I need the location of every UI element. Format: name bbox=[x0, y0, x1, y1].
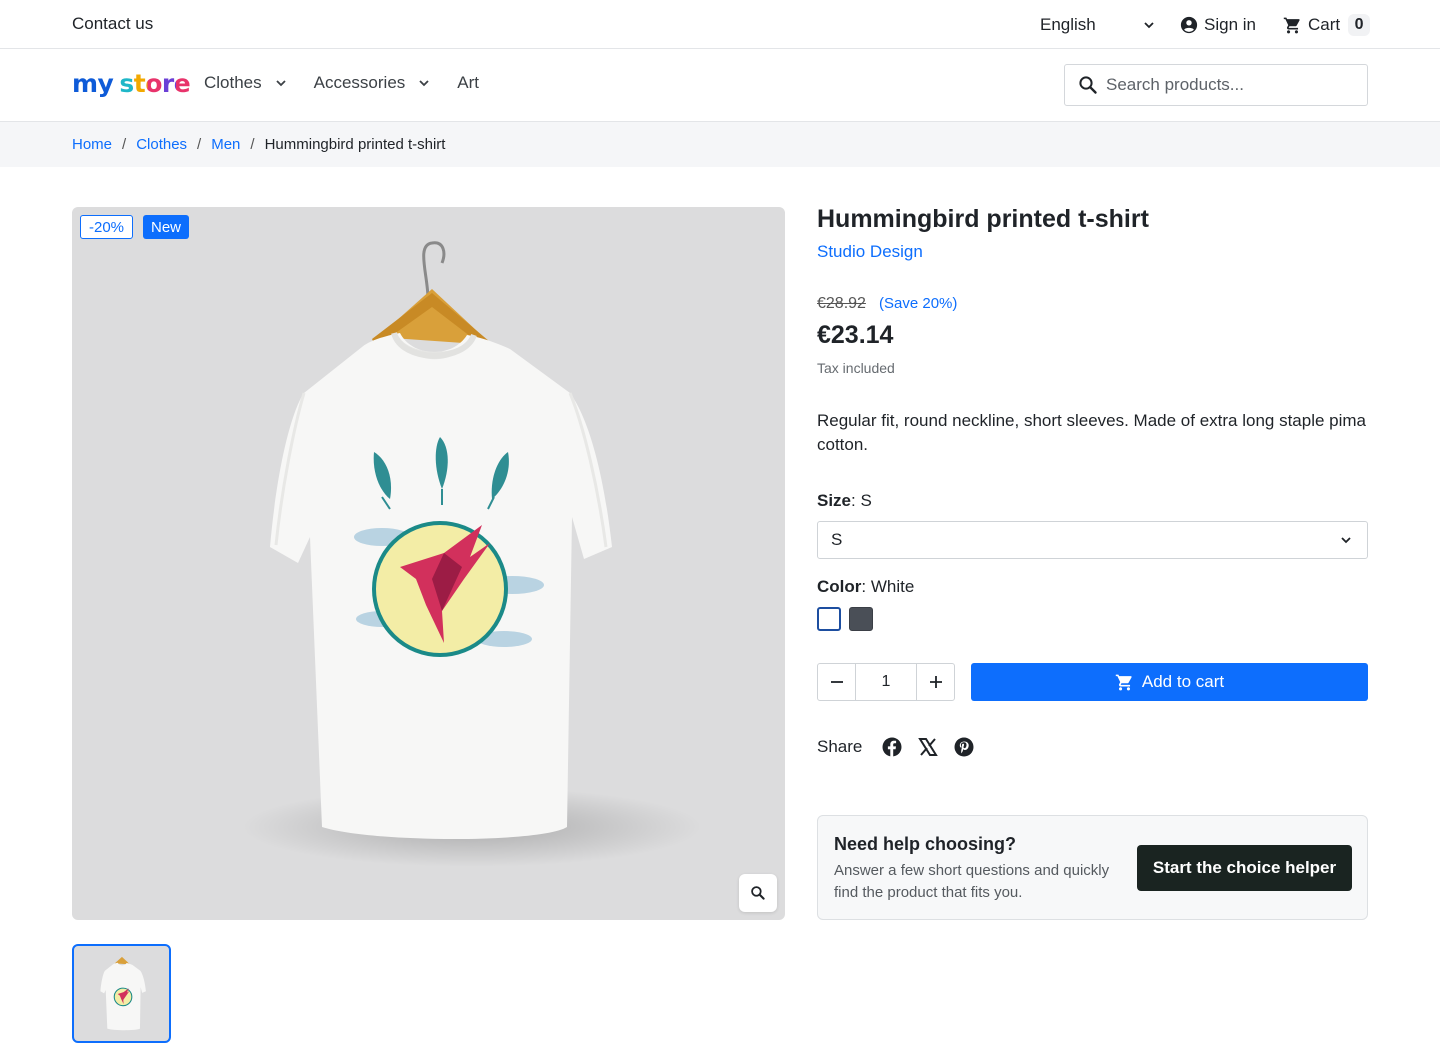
helper-title: Need help choosing? bbox=[834, 834, 1017, 854]
cart-icon bbox=[1283, 16, 1302, 35]
new-badge: New bbox=[143, 215, 190, 239]
search-icon bbox=[1078, 75, 1098, 95]
add-to-cart-label: Add to cart bbox=[1141, 672, 1225, 691]
breadcrumb-clothes[interactable]: Clothes bbox=[136, 136, 187, 153]
brand-link[interactable]: Studio Design bbox=[817, 242, 923, 262]
sign-in-link[interactable]: Sign in bbox=[1180, 12, 1256, 38]
top-bar: Contact us English Sign in Cart 0 bbox=[0, 0, 1440, 49]
cart-link[interactable]: Cart 0 bbox=[1283, 12, 1371, 38]
x-icon[interactable] bbox=[918, 737, 939, 757]
share-section: Share bbox=[817, 737, 974, 757]
language-label: English bbox=[1040, 15, 1096, 34]
add-to-cart-button[interactable]: Add to cart bbox=[971, 663, 1368, 701]
minus-icon bbox=[830, 675, 844, 689]
regular-price: €28.92 bbox=[817, 295, 866, 312]
nav-label: Art bbox=[457, 73, 480, 92]
size-select[interactable]: S bbox=[817, 521, 1368, 559]
chevron-down-icon bbox=[417, 76, 431, 90]
helper-description: Answer a few short questions and quickly… bbox=[834, 862, 1110, 901]
start-choice-helper-button[interactable]: Start the choice helper bbox=[1137, 845, 1352, 891]
sign-in-label: Sign in bbox=[1204, 15, 1256, 34]
color-swatch-white[interactable] bbox=[817, 607, 841, 631]
contact-us-link[interactable]: Contact us bbox=[72, 14, 153, 34]
nav-item-accessories[interactable]: Accessories bbox=[314, 73, 432, 93]
product-description: Regular fit, round neckline, short sleev… bbox=[817, 411, 1367, 454]
size-label-name: Size bbox=[817, 491, 852, 510]
zoom-button[interactable] bbox=[739, 874, 777, 912]
gallery-thumbnail[interactable] bbox=[72, 944, 171, 1043]
breadcrumb-separator: / bbox=[197, 136, 202, 153]
breadcrumb: Home / Clothes / Men / Hummingbird print… bbox=[72, 136, 445, 153]
breadcrumb-bar: Home / Clothes / Men / Hummingbird print… bbox=[0, 122, 1440, 167]
choice-helper-card: Need help choosing? Answer a few short q… bbox=[817, 815, 1368, 920]
nav-label: Clothes bbox=[204, 73, 262, 92]
cart-count-badge: 0 bbox=[1348, 14, 1371, 36]
color-label-name: Color bbox=[817, 577, 862, 596]
size-select-value: S bbox=[831, 530, 843, 549]
main-header: my store Clothes Accessories Art bbox=[0, 49, 1440, 122]
share-icons bbox=[882, 737, 974, 757]
size-label: Size: S bbox=[817, 491, 872, 510]
breadcrumb-home[interactable]: Home bbox=[72, 136, 112, 153]
cart-label: Cart bbox=[1308, 15, 1341, 34]
tshirt-image bbox=[242, 241, 702, 867]
breadcrumb-separator: / bbox=[122, 136, 127, 153]
facebook-icon[interactable] bbox=[882, 737, 902, 757]
product-title: Hummingbird printed t-shirt bbox=[817, 205, 1149, 233]
logo-store: store bbox=[119, 69, 191, 98]
chevron-down-icon bbox=[1339, 533, 1353, 547]
quantity-stepper: 1 bbox=[817, 663, 955, 701]
decrease-quantity-button[interactable] bbox=[818, 664, 855, 700]
product-image[interactable]: -20% New bbox=[72, 207, 785, 920]
breadcrumb-current: Hummingbird printed t-shirt bbox=[264, 136, 446, 153]
increase-quantity-button[interactable] bbox=[917, 664, 954, 700]
tshirt-thumbnail-image bbox=[100, 956, 146, 1031]
discount-label: (Save 20%) bbox=[879, 295, 958, 312]
chevron-down-icon bbox=[1142, 18, 1156, 32]
tax-label: Tax included bbox=[817, 360, 895, 376]
cart-icon bbox=[1115, 673, 1134, 692]
chevron-down-icon bbox=[274, 76, 288, 90]
color-label-value: White bbox=[870, 577, 915, 596]
color-label: Color: White bbox=[817, 577, 915, 596]
store-logo[interactable]: my store bbox=[72, 67, 191, 101]
language-selector[interactable]: English bbox=[1040, 12, 1156, 38]
share-label: Share bbox=[817, 737, 863, 756]
search-input[interactable] bbox=[1106, 75, 1356, 95]
nav-label: Accessories bbox=[313, 73, 406, 92]
logo-my: my bbox=[72, 69, 114, 98]
quantity-input[interactable]: 1 bbox=[855, 664, 917, 700]
current-price: €23.14 bbox=[817, 321, 894, 349]
breadcrumb-separator: / bbox=[250, 136, 255, 153]
color-swatch-gray[interactable] bbox=[849, 607, 873, 631]
discount-badge: -20% bbox=[80, 215, 134, 239]
size-label-value: S bbox=[860, 491, 872, 510]
main-nav: Clothes Accessories Art bbox=[204, 73, 505, 93]
plus-icon bbox=[929, 675, 943, 689]
breadcrumb-men[interactable]: Men bbox=[211, 136, 240, 153]
nav-item-clothes[interactable]: Clothes bbox=[204, 73, 288, 93]
pinterest-icon[interactable] bbox=[954, 737, 974, 757]
nav-item-art[interactable]: Art bbox=[457, 73, 479, 93]
account-icon bbox=[1180, 16, 1198, 34]
search-icon bbox=[750, 885, 766, 901]
search-box bbox=[1064, 64, 1368, 106]
